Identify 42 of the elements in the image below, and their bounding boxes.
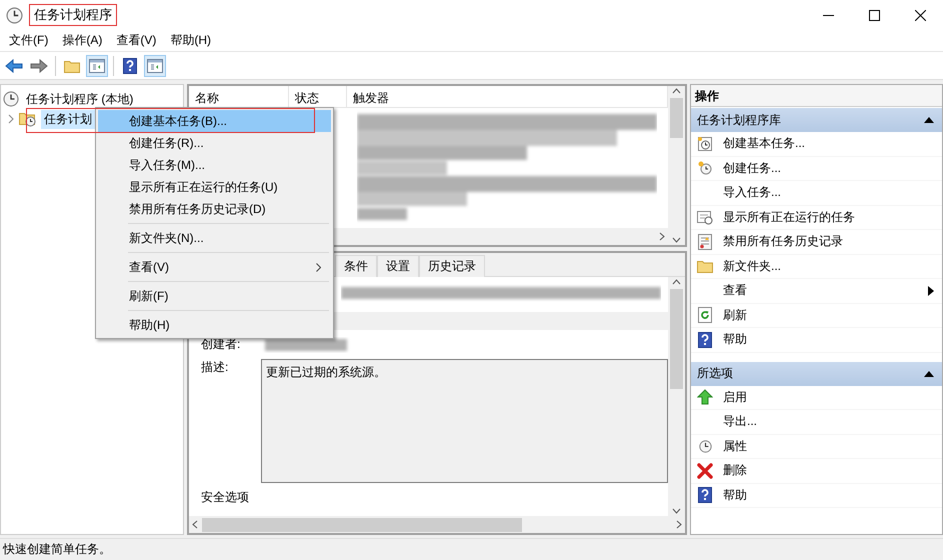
action-item[interactable]: 启用: [691, 386, 942, 410]
tab[interactable]: 设置: [377, 255, 419, 277]
section-header[interactable]: 所选项: [691, 362, 942, 386]
context-menu-item[interactable]: 禁用所有任务历史记录(D): [98, 198, 331, 220]
action-item[interactable]: 删除: [691, 459, 942, 484]
tree-item[interactable]: 任务计划: [41, 110, 95, 128]
section-title: 所选项: [697, 365, 733, 382]
menu-item[interactable]: 帮助(H): [163, 32, 218, 49]
section-title: 任务计划程序库: [697, 112, 781, 128]
action-item[interactable]: 创建基本任务...: [691, 132, 942, 156]
context-menu-item[interactable]: 导入任务(M)...: [98, 154, 331, 176]
menu-item[interactable]: 文件(F): [2, 32, 56, 49]
action-item[interactable]: 帮助: [691, 328, 942, 352]
action-item[interactable]: 帮助: [691, 484, 942, 508]
window-title: 任务计划程序: [29, 4, 117, 26]
action-item[interactable]: 显示所有正在运行的任务: [691, 206, 942, 230]
action-item[interactable]: 属性: [691, 434, 942, 459]
context-menu-item[interactable]: 新文件夹(N)...: [98, 227, 331, 249]
tree-item[interactable]: 任务计划程序 (本地): [23, 90, 136, 108]
section-header[interactable]: 任务计划程序库: [691, 108, 942, 132]
section-label: 安全选项: [201, 489, 250, 506]
context-menu-item[interactable]: 创建基本任务(B)...: [98, 110, 331, 132]
action-item[interactable]: 导出...: [691, 410, 942, 434]
action-item[interactable]: 查看: [691, 279, 942, 304]
context-menu-item[interactable]: 创建任务(R)...: [98, 132, 331, 154]
context-menu-item[interactable]: 查看(V): [98, 256, 331, 278]
action-item[interactable]: 导入任务...: [691, 181, 942, 206]
context-menu-item[interactable]: 显示所有正在运行的任务(U): [98, 176, 331, 198]
pane-title: 操作: [691, 85, 942, 107]
action-item[interactable]: 禁用所有任务历史记录: [691, 230, 942, 254]
menu-item[interactable]: 查看(V): [109, 32, 164, 49]
tab[interactable]: 条件: [335, 255, 377, 277]
action-item[interactable]: 新文件夹...: [691, 254, 942, 279]
action-item[interactable]: 刷新: [691, 304, 942, 328]
field-label: 创建者:: [201, 336, 242, 353]
action-item[interactable]: 创建任务...: [691, 156, 942, 181]
field-label: 描述:: [201, 359, 230, 376]
context-menu-item[interactable]: 帮助(H): [98, 314, 331, 336]
description-box[interactable]: 更新已过期的系统源。: [261, 359, 668, 483]
menu-item[interactable]: 操作(A): [55, 32, 110, 49]
tab[interactable]: 历史记录: [419, 255, 485, 277]
context-menu-item[interactable]: 刷新(F): [98, 285, 331, 307]
